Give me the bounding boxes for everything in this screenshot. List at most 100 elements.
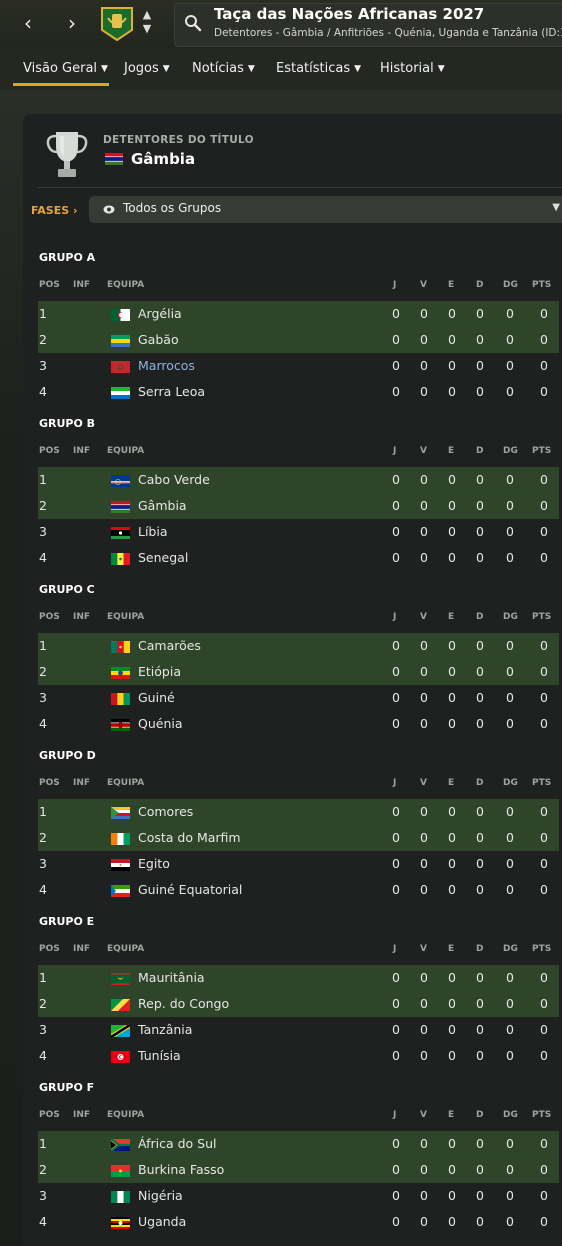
column-header-inf[interactable]: INF [73,446,90,456]
column-header-pts[interactable]: PTS [532,944,551,954]
table-row[interactable]: 2 Etiópia 0 0 0 0 0 0 [38,659,559,685]
fases-button[interactable]: FASES › [31,204,78,217]
team-name-link[interactable]: Gabão [138,332,179,347]
table-row[interactable]: 3 Líbia 0 0 0 0 0 0 [38,519,559,545]
switch-competition-icon[interactable]: ▲ ▼ [140,8,154,38]
column-header-e[interactable]: E [448,1110,454,1120]
column-header-v[interactable]: V [420,280,427,290]
table-row[interactable]: 2 Rep. do Congo 0 0 0 0 0 0 [38,991,559,1017]
column-header-inf[interactable]: INF [73,280,90,290]
team-name-link[interactable]: Burkina Fasso [138,1162,224,1177]
column-header-v[interactable]: V [420,446,427,456]
table-row[interactable]: 1 Cabo Verde 0 0 0 0 0 0 [38,467,559,493]
column-header-j[interactable]: J [393,944,396,954]
table-row[interactable]: 4 Guiné Equatorial 0 0 0 0 0 0 [38,877,559,903]
table-row[interactable]: 1 África do Sul 0 0 0 0 0 0 [38,1131,559,1157]
table-row[interactable]: 1 Mauritânia 0 0 0 0 0 0 [38,965,559,991]
table-row[interactable]: 3 Tanzânia 0 0 0 0 0 0 [38,1017,559,1043]
holders-team[interactable]: Gâmbia [131,150,195,168]
team-name-link[interactable]: Mauritânia [138,970,205,985]
search-icon[interactable] [184,14,202,32]
column-header-v[interactable]: V [420,778,427,788]
table-row[interactable]: 2 Burkina Fasso 0 0 0 0 0 0 [38,1157,559,1183]
team-name-link[interactable]: Guiné Equatorial [138,882,242,897]
tab-jogos[interactable]: Jogos ▼ [124,61,170,76]
column-header-d[interactable]: D [476,612,483,622]
team-name-link[interactable]: Senegal [138,550,188,565]
team-name-link[interactable]: Quénia [138,716,183,731]
team-name-link[interactable]: Comores [138,804,193,819]
team-name-link[interactable]: Tunísia [138,1048,181,1063]
table-row[interactable]: 4 Quénia 0 0 0 0 0 0 [38,711,559,737]
column-header-team[interactable]: EQUIPA [107,944,144,954]
tab-visao-geral[interactable]: Visão Geral ▼ [23,61,108,76]
column-header-e[interactable]: E [448,446,454,456]
table-row[interactable]: 2 Costa do Marfim 0 0 0 0 0 0 [38,825,559,851]
tab-noticias[interactable]: Notícias ▼ [192,61,255,76]
column-header-dg[interactable]: DG [503,1110,518,1120]
column-header-team[interactable]: EQUIPA [107,778,144,788]
column-header-pts[interactable]: PTS [532,1110,551,1120]
table-row[interactable]: 4 Serra Leoa 0 0 0 0 0 0 [38,379,559,405]
table-row[interactable]: 3 Nigéria 0 0 0 0 0 0 [38,1183,559,1209]
column-header-dg[interactable]: DG [503,778,518,788]
team-name-link[interactable]: Costa do Marfim [138,830,241,845]
team-name-link[interactable]: Marrocos [138,358,195,373]
back-arrow-icon[interactable]: ‹ [18,12,38,34]
column-header-dg[interactable]: DG [503,612,518,622]
team-name-link[interactable]: Cabo Verde [138,472,210,487]
column-header-pos[interactable]: POS [39,1110,60,1120]
group-filter-dropdown[interactable]: Todos os Grupos ▼ [89,196,562,223]
table-row[interactable]: 1 Comores 0 0 0 0 0 0 [38,799,559,825]
column-header-v[interactable]: V [420,944,427,954]
column-header-team[interactable]: EQUIPA [107,280,144,290]
column-header-team[interactable]: EQUIPA [107,612,144,622]
column-header-pts[interactable]: PTS [532,446,551,456]
table-row[interactable]: 3 Egito 0 0 0 0 0 0 [38,851,559,877]
column-header-j[interactable]: J [393,280,396,290]
table-row[interactable]: 4 Uganda 0 0 0 0 0 0 [38,1209,559,1235]
column-header-e[interactable]: E [448,778,454,788]
column-header-dg[interactable]: DG [503,944,518,954]
team-name-link[interactable]: Líbia [138,524,168,539]
column-header-inf[interactable]: INF [73,778,90,788]
team-name-link[interactable]: Argélia [138,306,182,321]
team-name-link[interactable]: Tanzânia [138,1022,192,1037]
column-header-d[interactable]: D [476,778,483,788]
column-header-j[interactable]: J [393,446,396,456]
table-row[interactable]: 1 Camarões 0 0 0 0 0 0 [38,633,559,659]
table-row[interactable]: 3 Guiné 0 0 0 0 0 0 [38,685,559,711]
column-header-pts[interactable]: PTS [532,280,551,290]
team-name-link[interactable]: Etiópia [138,664,181,679]
column-header-dg[interactable]: DG [503,446,518,456]
column-header-pos[interactable]: POS [39,612,60,622]
team-name-link[interactable]: África do Sul [138,1136,217,1151]
column-header-inf[interactable]: INF [73,944,90,954]
column-header-j[interactable]: J [393,1110,396,1120]
column-header-team[interactable]: EQUIPA [107,1110,144,1120]
column-header-v[interactable]: V [420,1110,427,1120]
team-name-link[interactable]: Rep. do Congo [138,996,229,1011]
column-header-e[interactable]: E [448,612,454,622]
competition-logo-icon[interactable] [100,6,134,42]
column-header-pts[interactable]: PTS [532,612,551,622]
forward-arrow-icon[interactable]: › [62,12,82,34]
table-row[interactable]: 1 Argélia 0 0 0 0 0 0 [38,301,559,327]
tab-estatisticas[interactable]: Estatísticas ▼ [276,61,361,76]
column-header-d[interactable]: D [476,944,483,954]
column-header-inf[interactable]: INF [73,1110,90,1120]
column-header-e[interactable]: E [448,280,454,290]
column-header-j[interactable]: J [393,778,396,788]
column-header-e[interactable]: E [448,944,454,954]
team-name-link[interactable]: Camarões [138,638,201,653]
column-header-pos[interactable]: POS [39,280,60,290]
column-header-pts[interactable]: PTS [532,778,551,788]
team-name-link[interactable]: Uganda [138,1214,186,1229]
team-name-link[interactable]: Guiné [138,690,175,705]
column-header-inf[interactable]: INF [73,612,90,622]
column-header-j[interactable]: J [393,612,396,622]
column-header-d[interactable]: D [476,1110,483,1120]
tab-historial[interactable]: Historial ▼ [380,61,445,76]
table-row[interactable]: 2 Gabão 0 0 0 0 0 0 [38,327,559,353]
column-header-team[interactable]: EQUIPA [107,446,144,456]
